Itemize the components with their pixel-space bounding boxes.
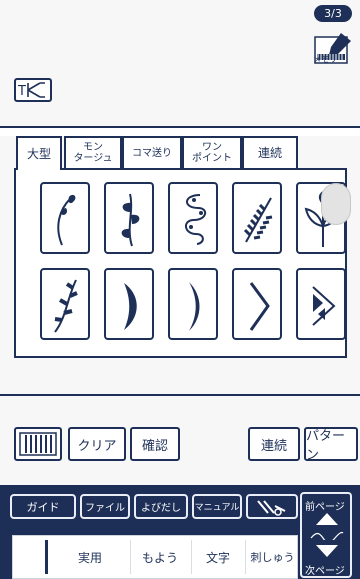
thread-trim-button[interactable]: T [14, 78, 52, 102]
memory-label: メモリ [313, 55, 337, 64]
manual-button[interactable]: マニュアル [192, 494, 242, 519]
tab-onepoint[interactable]: ワン ポイント [182, 136, 242, 168]
embroidery-screen: 3/3 メモリ T 大型 モン タージュ コマ送り ワン ポイント 連続 クリア… [0, 0, 360, 579]
mode-strip: 実用 もよう 文字 刺しゅう [12, 535, 298, 579]
flower-stem-icon [57, 194, 76, 246]
frame-button[interactable] [14, 427, 62, 461]
thin-crescent-icon [189, 282, 200, 331]
page-control[interactable]: 前ページ 次ページ [300, 492, 352, 578]
continuous-button[interactable]: 連続 [248, 427, 300, 461]
mode-embroidery[interactable]: 刺しゅう [246, 536, 299, 578]
file-button[interactable]: ファイル [80, 494, 130, 519]
scissors-button[interactable] [246, 494, 298, 519]
pattern-cell-9[interactable] [232, 268, 282, 340]
scroll-knob[interactable] [321, 183, 351, 225]
guide-button[interactable]: ガイド [10, 494, 76, 519]
tab-stepping[interactable]: コマ送り [122, 136, 182, 168]
tk-icon: T [17, 82, 45, 99]
page-indicator: 3/3 [314, 5, 352, 22]
pattern-stripes-icon [19, 432, 57, 456]
arrow-up-icon[interactable] [315, 512, 339, 526]
vine-branch-icon [54, 279, 78, 333]
svg-text:T: T [17, 84, 26, 99]
tab-bar [0, 126, 360, 136]
page-dots-icon [310, 531, 344, 540]
divider [0, 394, 360, 396]
leaf-vine-icon [121, 193, 140, 247]
mode-pattern[interactable]: もよう [131, 536, 189, 578]
tab-large[interactable]: 大型 [16, 136, 62, 170]
yobitashi-button[interactable]: よびだし [134, 494, 188, 519]
pattern-cell-1[interactable] [40, 182, 90, 254]
tab-montage[interactable]: モン タージュ [64, 136, 122, 168]
confirm-button[interactable]: 確認 [130, 427, 180, 461]
pattern-cell-3[interactable] [168, 182, 218, 254]
feather-branch-icon [243, 197, 273, 243]
pattern-cell-8[interactable] [168, 268, 218, 340]
chevron-icon [249, 282, 270, 331]
right-crescent-icon [124, 283, 137, 330]
pattern-cell-7[interactable] [104, 268, 154, 340]
tab-montage-label: モン タージュ [73, 142, 113, 164]
pattern-button[interactable]: パターン [304, 427, 358, 463]
prev-page-label: 前ページ [305, 502, 345, 513]
scissors-icon [257, 499, 286, 516]
pattern-cell-6[interactable] [40, 268, 90, 340]
pattern-cell-10[interactable] [296, 268, 346, 340]
pattern-cell-4[interactable] [232, 182, 282, 254]
tab-onepoint-label: ワン ポイント [192, 142, 232, 164]
clear-button[interactable]: クリア [68, 427, 126, 461]
triangle-steps-icon [312, 286, 336, 326]
arrow-down-icon[interactable] [315, 544, 339, 558]
tab-continuous[interactable]: 連続 [242, 136, 298, 168]
mode-practical[interactable]: 実用 [55, 536, 125, 578]
mode-text[interactable]: 文字 [192, 536, 244, 578]
mode-indicator [45, 540, 48, 574]
spiral-vine-icon [185, 194, 206, 245]
next-page-label: 次ページ [305, 566, 345, 577]
pattern-cell-2[interactable] [104, 182, 154, 254]
pattern-panel [14, 168, 347, 358]
